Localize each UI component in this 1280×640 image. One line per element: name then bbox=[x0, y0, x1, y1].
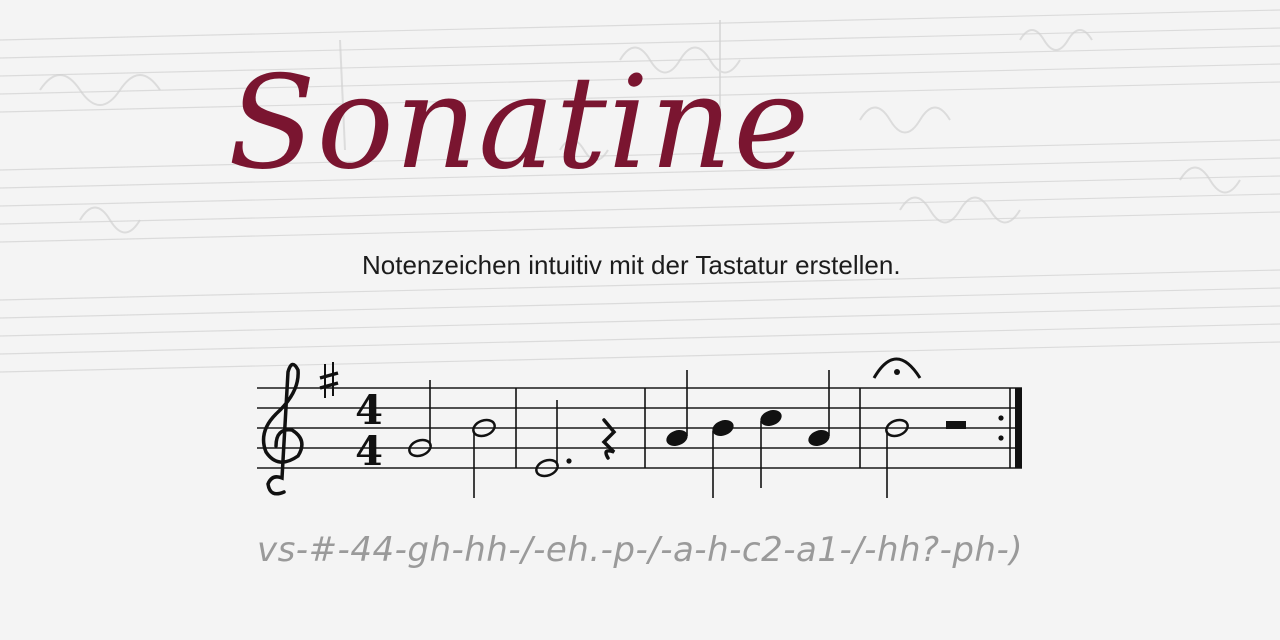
quarter-rest-icon bbox=[601, 418, 617, 460]
app-title: Sonatine bbox=[228, 49, 811, 198]
tagline: Notenzeichen intuitiv mit der Tastatur e… bbox=[362, 250, 901, 280]
time-signature: 4 4 bbox=[355, 387, 383, 475]
time-signature-bottom: 4 bbox=[355, 428, 383, 475]
note-e-dotted-half bbox=[535, 400, 572, 478]
sharp-icon bbox=[319, 362, 339, 398]
keyboard-code-line: vs-#-44-gh-hh-/-eh.-p-/-a-h-c2-a1-/-hh?-… bbox=[256, 530, 1024, 570]
treble-clef-icon bbox=[261, 362, 304, 496]
fermata-icon bbox=[872, 357, 922, 379]
note-h-half-fermata bbox=[885, 418, 909, 498]
note-g-half bbox=[408, 380, 432, 458]
note-h-half bbox=[472, 418, 496, 498]
note-a-quarter bbox=[666, 370, 688, 446]
music-score: 4 4 bbox=[257, 357, 1022, 498]
time-signature-top: 4 bbox=[355, 387, 383, 434]
note-h-quarter bbox=[712, 420, 734, 498]
note-a-quarter-2 bbox=[808, 370, 830, 446]
half-rest-icon bbox=[946, 421, 966, 429]
